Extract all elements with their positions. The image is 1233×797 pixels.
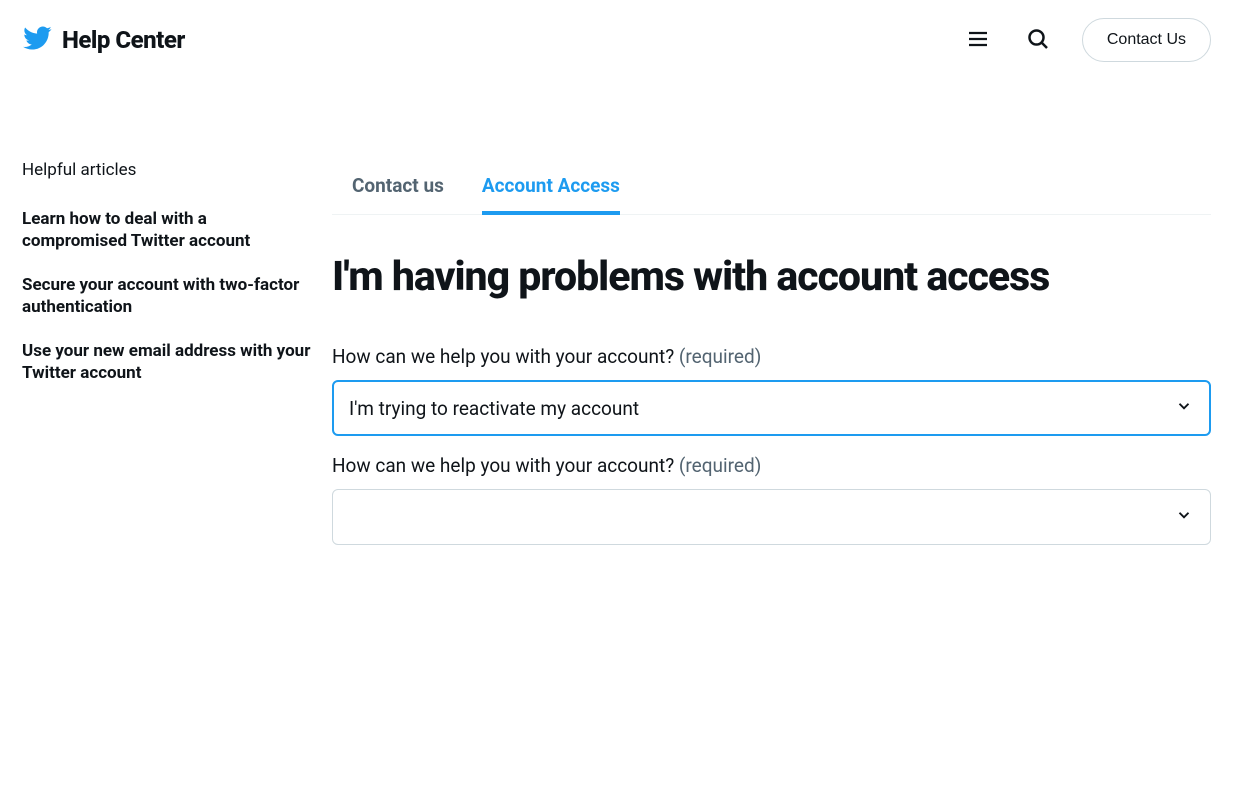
contact-us-button[interactable]: Contact Us: [1082, 18, 1211, 62]
page-title: I'm having problems with account access: [332, 253, 1211, 301]
form-label-required: (required): [679, 345, 761, 368]
form-label: How can we help you with your account? (…: [332, 345, 1211, 368]
select-wrap: [332, 489, 1211, 545]
form-group: How can we help you with your account? (…: [332, 454, 1211, 545]
search-icon: [1026, 27, 1050, 54]
sidebar: Helpful articles Learn how to deal with …: [22, 160, 312, 563]
header: Help Center Contact Us: [0, 0, 1233, 80]
twitter-logo-icon: [22, 23, 52, 57]
select-value: I'm trying to reactivate my account: [349, 397, 639, 420]
form-label: How can we help you with your account? (…: [332, 454, 1211, 477]
select-wrap: I'm trying to reactivate my account: [332, 380, 1211, 436]
hamburger-icon: [966, 27, 990, 54]
site-title-link[interactable]: Help Center: [62, 26, 185, 54]
breadcrumb-contact-us[interactable]: Contact us: [352, 160, 444, 214]
help-select-2[interactable]: [332, 489, 1211, 545]
layout: Helpful articles Learn how to deal with …: [0, 160, 1233, 563]
help-select-1[interactable]: I'm trying to reactivate my account: [332, 380, 1211, 436]
sidebar-heading: Helpful articles: [22, 160, 312, 180]
sidebar-link[interactable]: Learn how to deal with a compromised Twi…: [22, 208, 312, 252]
sidebar-link[interactable]: Use your new email address with your Twi…: [22, 340, 312, 384]
form-group: How can we help you with your account? (…: [332, 345, 1211, 436]
form-label-text: How can we help you with your account?: [332, 345, 674, 368]
main: Contact us Account Access I'm having pro…: [332, 160, 1211, 563]
breadcrumb-account-access[interactable]: Account Access: [482, 160, 620, 215]
sidebar-link[interactable]: Secure your account with two-factor auth…: [22, 274, 312, 318]
form-label-required: (required): [679, 454, 761, 477]
menu-button[interactable]: [962, 23, 994, 58]
search-button[interactable]: [1022, 23, 1054, 58]
form-label-text: How can we help you with your account?: [332, 454, 674, 477]
header-left: Help Center: [22, 23, 185, 57]
breadcrumb: Contact us Account Access: [332, 160, 1211, 215]
header-right: Contact Us: [962, 18, 1211, 62]
